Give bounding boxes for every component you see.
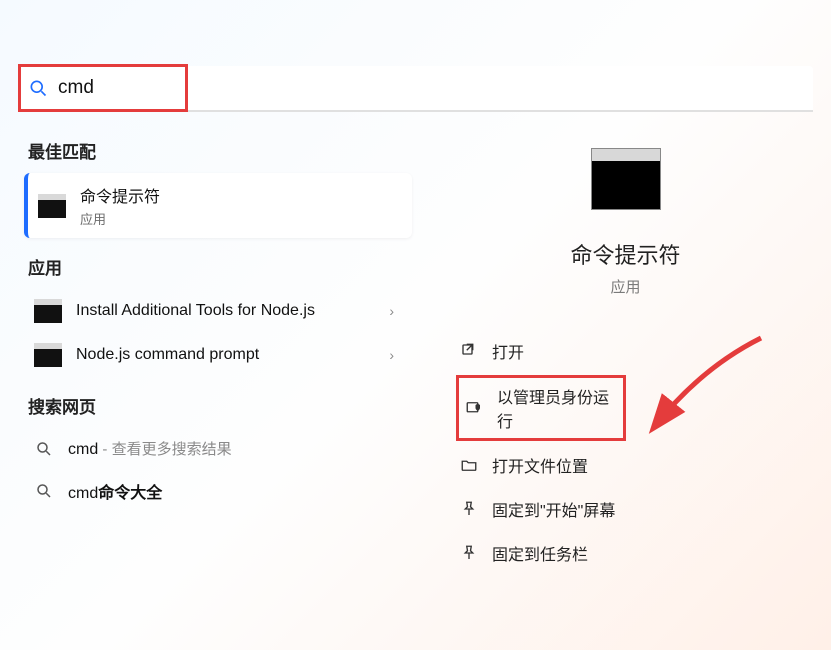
detail-title: 命令提示符 — [444, 238, 807, 270]
web-prefix: cmd — [68, 485, 98, 502]
action-run-as-admin[interactable]: 以管理员身份运行 — [456, 375, 626, 441]
search-icon — [34, 481, 54, 501]
chevron-right-icon: › — [389, 303, 402, 319]
action-label: 固定到"开始"屏幕 — [492, 497, 615, 521]
result-app-item[interactable]: Install Additional Tools for Node.js › — [24, 289, 412, 333]
action-pin-start[interactable]: 固定到"开始"屏幕 — [456, 489, 807, 529]
search-box[interactable]: cmd — [18, 66, 813, 112]
cmd-app-icon — [34, 299, 62, 323]
result-title: Install Additional Tools for Node.js — [76, 302, 315, 320]
action-label: 以管理员身份运行 — [497, 384, 617, 432]
action-open-file-location[interactable]: 打开文件位置 — [456, 445, 807, 485]
detail-app-icon — [591, 148, 661, 210]
search-query-text: cmd — [58, 77, 94, 99]
search-icon — [28, 78, 48, 98]
action-pin-taskbar[interactable]: 固定到任务栏 — [456, 533, 807, 573]
result-app-item[interactable]: Node.js command prompt › — [24, 333, 412, 377]
chevron-right-icon: › — [389, 347, 402, 363]
pin-icon — [460, 500, 478, 518]
action-label: 打开 — [492, 339, 524, 363]
cmd-app-icon — [38, 194, 66, 218]
result-subtitle: 应用 — [80, 209, 160, 228]
result-best-match[interactable]: 命令提示符 应用 — [24, 173, 412, 238]
result-web-item[interactable]: cmd命令大全 — [24, 469, 412, 513]
action-label: 打开文件位置 — [492, 453, 588, 477]
result-title: 命令提示符 — [80, 183, 160, 207]
detail-panel: 命令提示符 应用 打开 以管理员身份运行 打开文件位置 — [420, 122, 831, 592]
open-icon — [460, 342, 478, 360]
action-label: 固定到任务栏 — [492, 541, 588, 565]
shield-admin-icon — [465, 399, 483, 417]
section-apps: 应用 — [28, 254, 412, 279]
detail-subtitle: 应用 — [444, 276, 807, 297]
results-column: 最佳匹配 命令提示符 应用 应用 Install Additional Tool… — [0, 122, 420, 592]
search-icon — [34, 439, 54, 459]
pin-icon — [460, 544, 478, 562]
section-search-web: 搜索网页 — [28, 393, 412, 418]
result-web-item[interactable]: cmd - 查看更多搜索结果 — [24, 428, 412, 469]
action-open[interactable]: 打开 — [456, 331, 807, 371]
section-best-match: 最佳匹配 — [28, 138, 412, 163]
cmd-app-icon — [34, 343, 62, 367]
web-suffix-bold: 命令大全 — [98, 485, 162, 502]
web-suffix: - 查看更多搜索结果 — [98, 441, 231, 458]
folder-icon — [460, 456, 478, 474]
result-title: Node.js command prompt — [76, 346, 259, 364]
web-prefix: cmd — [68, 441, 98, 458]
